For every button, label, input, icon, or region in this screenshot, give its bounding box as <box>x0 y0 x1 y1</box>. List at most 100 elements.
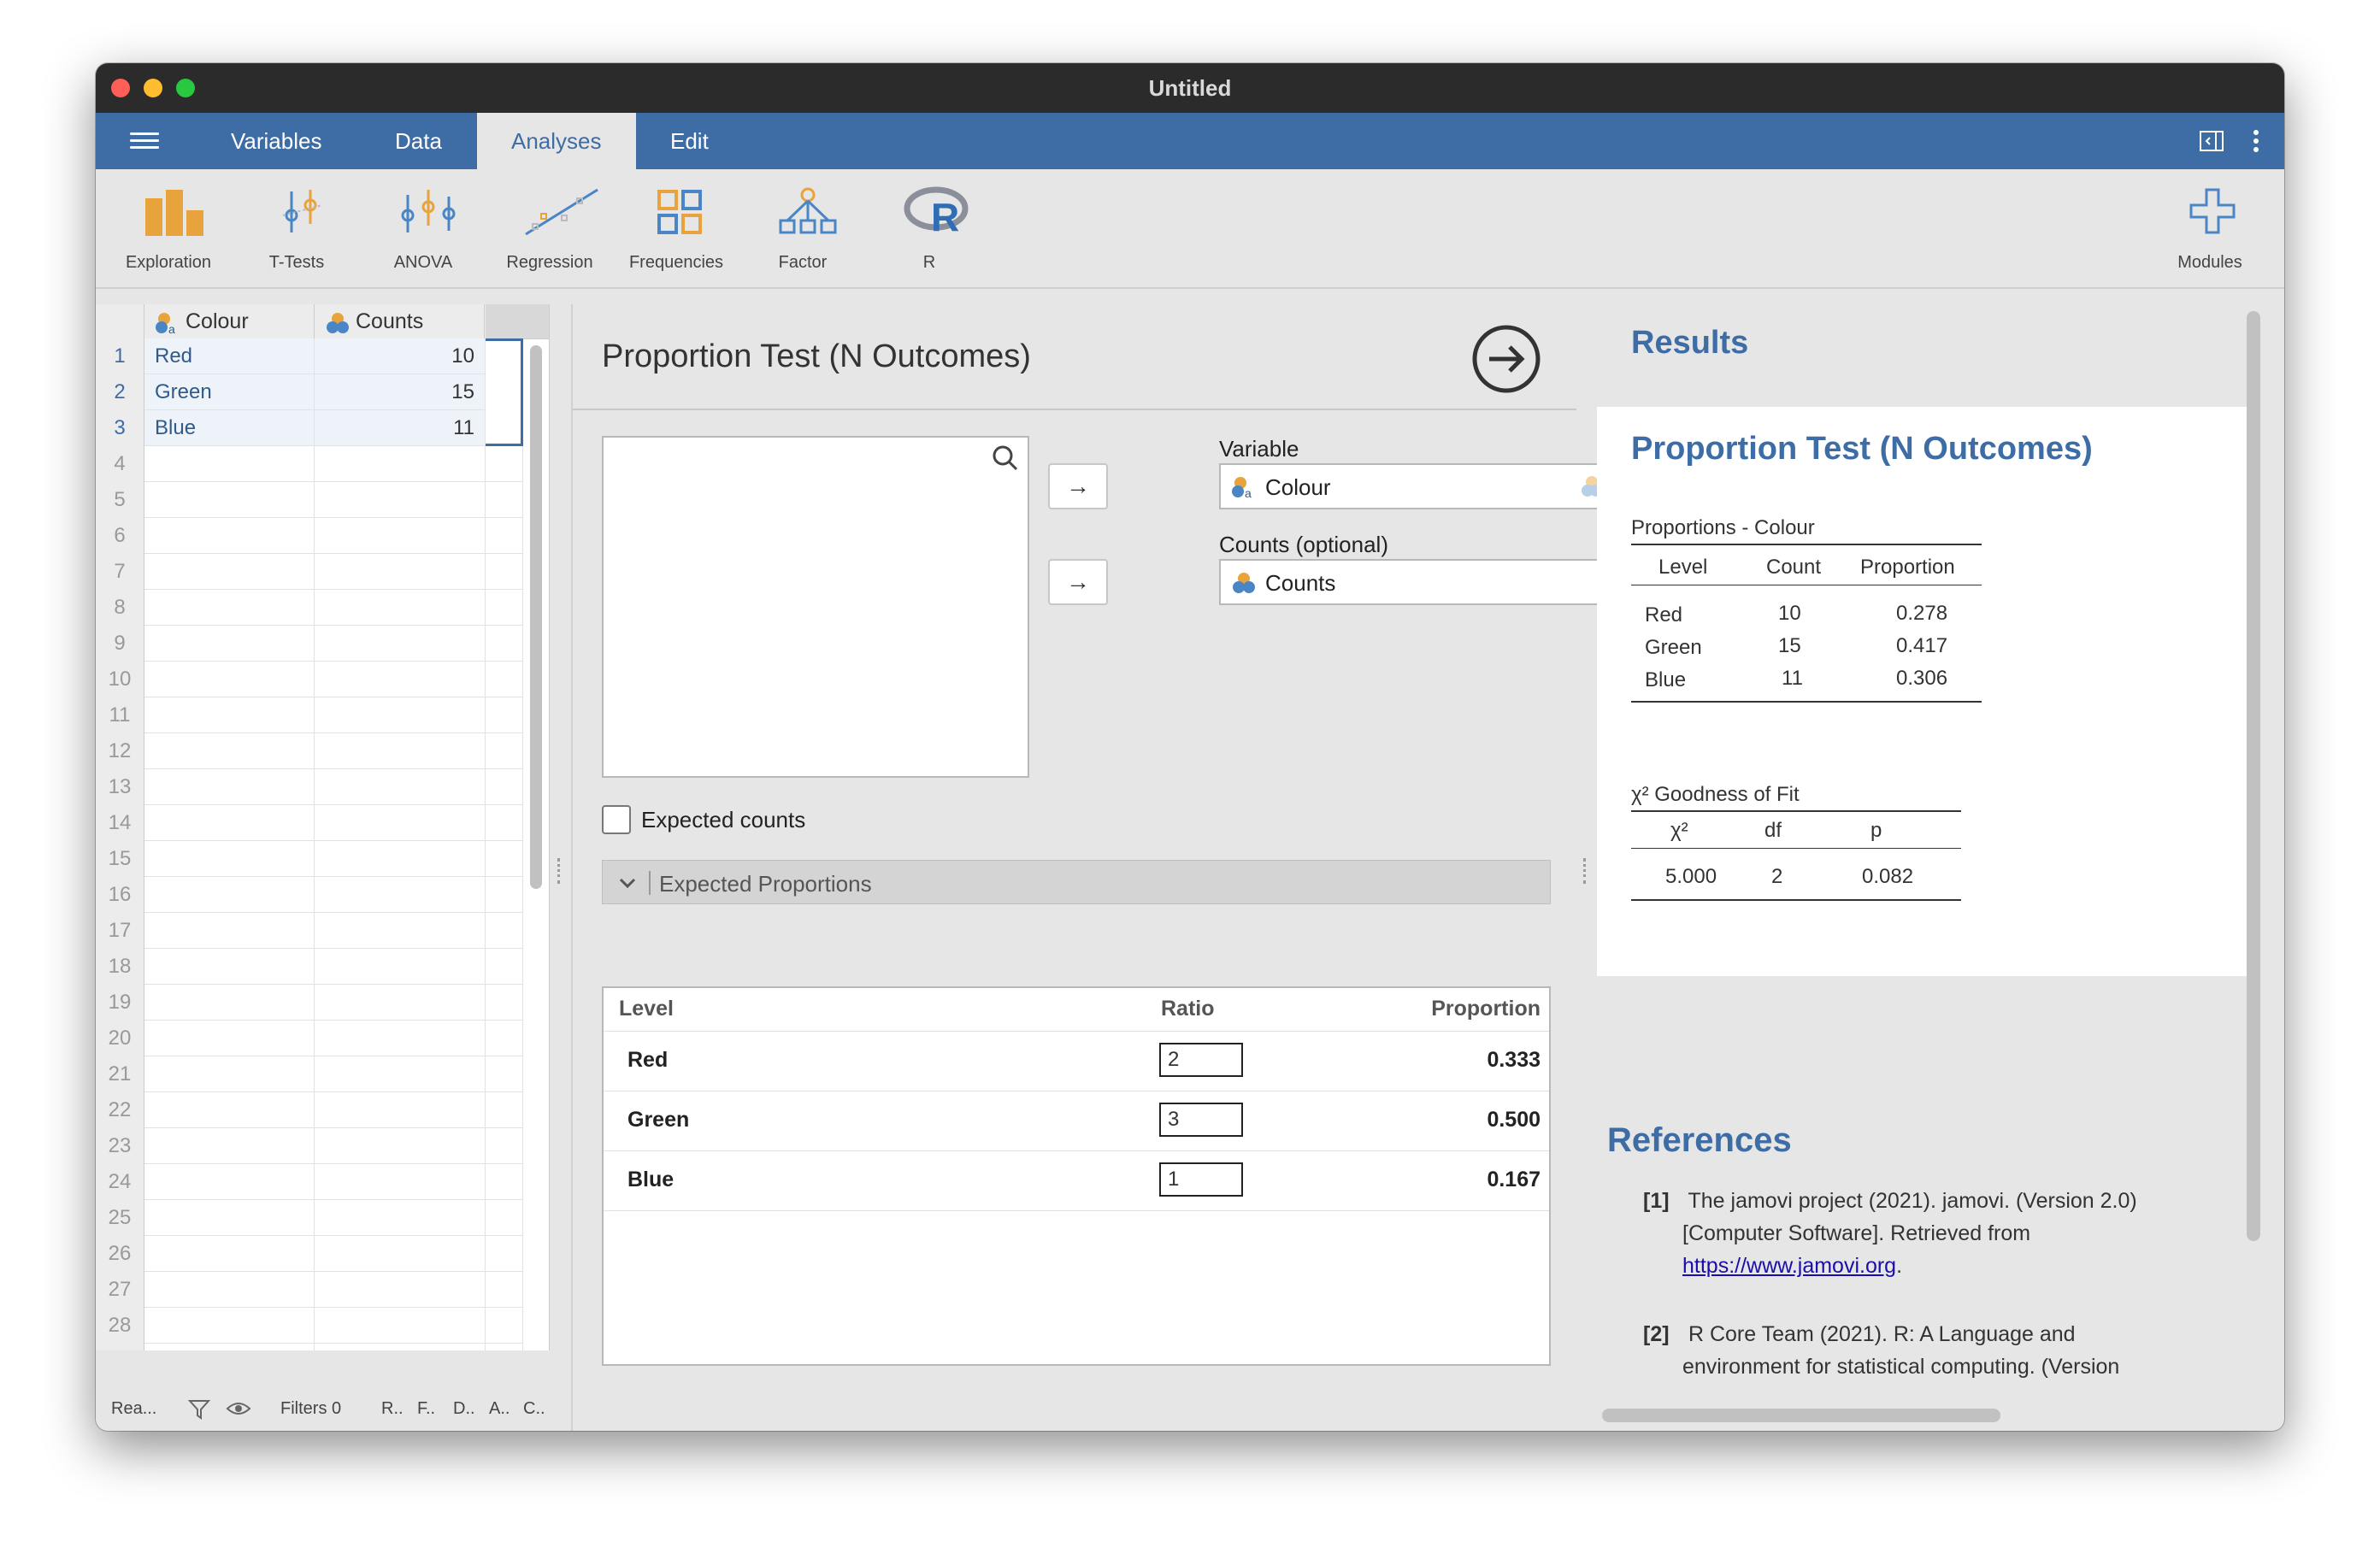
row-number[interactable]: 20 <box>96 1021 144 1057</box>
empty-cell[interactable] <box>144 805 315 841</box>
zoom-button[interactable] <box>176 79 195 97</box>
row-number[interactable]: 29 <box>96 1344 144 1350</box>
empty-cell[interactable] <box>144 877 315 913</box>
empty-cell[interactable] <box>315 805 486 841</box>
empty-cell[interactable] <box>315 1056 486 1092</box>
run-arrow-icon[interactable] <box>1470 323 1542 395</box>
cell-counts[interactable]: 11 <box>315 410 486 446</box>
tab-analyses[interactable]: Analyses <box>477 113 636 169</box>
empty-cell[interactable] <box>144 1056 315 1092</box>
row-number[interactable]: 18 <box>96 949 144 985</box>
row-number[interactable]: 21 <box>96 1056 144 1093</box>
panel-splitter[interactable] <box>557 858 565 884</box>
row-number[interactable]: 23 <box>96 1128 144 1165</box>
empty-cell[interactable] <box>315 1164 486 1200</box>
empty-cell[interactable] <box>486 1021 523 1056</box>
empty-cell[interactable] <box>315 1128 486 1164</box>
variable-field[interactable]: a Colour <box>1219 463 1647 509</box>
row-number[interactable]: 9 <box>96 626 144 662</box>
empty-cell[interactable] <box>144 1308 315 1344</box>
empty-cell[interactable] <box>144 590 315 626</box>
empty-cell[interactable] <box>486 1128 523 1164</box>
empty-cell[interactable] <box>315 518 486 554</box>
row-number[interactable]: 25 <box>96 1200 144 1237</box>
empty-cell[interactable] <box>144 913 315 949</box>
empty-cell[interactable] <box>486 841 523 877</box>
empty-cell[interactable] <box>315 590 486 626</box>
cell-colour[interactable]: Green <box>144 374 315 410</box>
empty-cell[interactable] <box>486 446 523 482</box>
row-number[interactable]: 3 <box>96 410 144 447</box>
empty-cell[interactable] <box>144 1272 315 1308</box>
empty-cell[interactable] <box>144 769 315 805</box>
empty-cell[interactable] <box>144 1236 315 1272</box>
empty-cell[interactable] <box>315 1021 486 1056</box>
collapse-panel-icon[interactable] <box>2199 130 2224 152</box>
empty-cell[interactable] <box>144 1021 315 1056</box>
close-button[interactable] <box>111 79 130 97</box>
empty-cell[interactable] <box>486 554 523 590</box>
move-to-counts-button[interactable]: → <box>1048 559 1108 605</box>
empty-cell[interactable] <box>144 1092 315 1128</box>
empty-cell[interactable] <box>144 1128 315 1164</box>
modules-button[interactable]: Modules <box>2146 169 2274 287</box>
empty-cell[interactable] <box>315 626 486 662</box>
regression-button[interactable]: Regression <box>486 169 614 287</box>
row-number[interactable]: 28 <box>96 1308 144 1344</box>
tab-edit[interactable]: Edit <box>636 113 743 169</box>
empty-cell[interactable] <box>315 733 486 769</box>
row-number[interactable]: 15 <box>96 841 144 878</box>
empty-cell[interactable] <box>486 1272 523 1308</box>
r-button[interactable]: R R <box>865 169 993 287</box>
empty-cell[interactable] <box>144 518 315 554</box>
empty-cell[interactable] <box>144 1164 315 1200</box>
empty-cell[interactable] <box>486 949 523 985</box>
empty-cell[interactable] <box>486 697 523 733</box>
jamovi-link[interactable]: https://www.jamovi.org <box>1682 1254 1896 1278</box>
empty-cell[interactable] <box>144 949 315 985</box>
row-number[interactable]: 12 <box>96 733 144 770</box>
row-number[interactable]: 14 <box>96 805 144 842</box>
empty-cell[interactable] <box>315 985 486 1021</box>
empty-cell[interactable] <box>315 949 486 985</box>
empty-cell[interactable] <box>315 1272 486 1308</box>
results-horizontal-scrollbar[interactable] <box>1602 1409 2000 1422</box>
empty-cell[interactable] <box>486 769 523 805</box>
eye-icon[interactable] <box>226 1400 251 1417</box>
row-number[interactable]: 4 <box>96 446 144 483</box>
tab-variables[interactable]: Variables <box>197 113 356 169</box>
row-number[interactable]: 5 <box>96 482 144 519</box>
empty-cell[interactable] <box>315 913 486 949</box>
empty-cell[interactable] <box>144 482 315 518</box>
row-number[interactable]: 2 <box>96 374 144 411</box>
empty-cell[interactable] <box>315 482 486 518</box>
hamburger-menu-icon[interactable] <box>130 128 159 154</box>
empty-cell[interactable] <box>486 1200 523 1236</box>
factor-button[interactable]: Factor <box>739 169 867 287</box>
empty-cell[interactable] <box>144 662 315 697</box>
minimize-button[interactable] <box>144 79 162 97</box>
move-to-variable-button[interactable]: → <box>1048 463 1108 509</box>
empty-cell[interactable] <box>486 1092 523 1128</box>
grid-vertical-scrollbar[interactable] <box>530 345 542 889</box>
empty-cell[interactable] <box>315 1344 486 1350</box>
empty-cell[interactable] <box>144 1344 315 1350</box>
empty-cell[interactable] <box>486 1056 523 1092</box>
empty-cell[interactable] <box>486 590 523 626</box>
row-number[interactable]: 17 <box>96 913 144 950</box>
empty-cell[interactable] <box>315 1092 486 1128</box>
counts-field[interactable]: Counts <box>1219 559 1647 605</box>
results-splitter[interactable] <box>1583 858 1591 884</box>
empty-cell[interactable] <box>315 1236 486 1272</box>
more-options-icon[interactable] <box>2252 128 2260 154</box>
row-number[interactable]: 16 <box>96 877 144 914</box>
empty-cell[interactable] <box>486 733 523 769</box>
empty-cell[interactable] <box>315 697 486 733</box>
empty-cell[interactable] <box>486 1308 523 1344</box>
empty-cell[interactable] <box>144 554 315 590</box>
cell-colour[interactable]: Blue <box>144 410 315 446</box>
row-number[interactable]: 26 <box>96 1236 144 1273</box>
empty-cell[interactable] <box>486 482 523 518</box>
row-number[interactable]: 1 <box>96 338 144 375</box>
cell-counts[interactable]: 15 <box>315 374 486 410</box>
